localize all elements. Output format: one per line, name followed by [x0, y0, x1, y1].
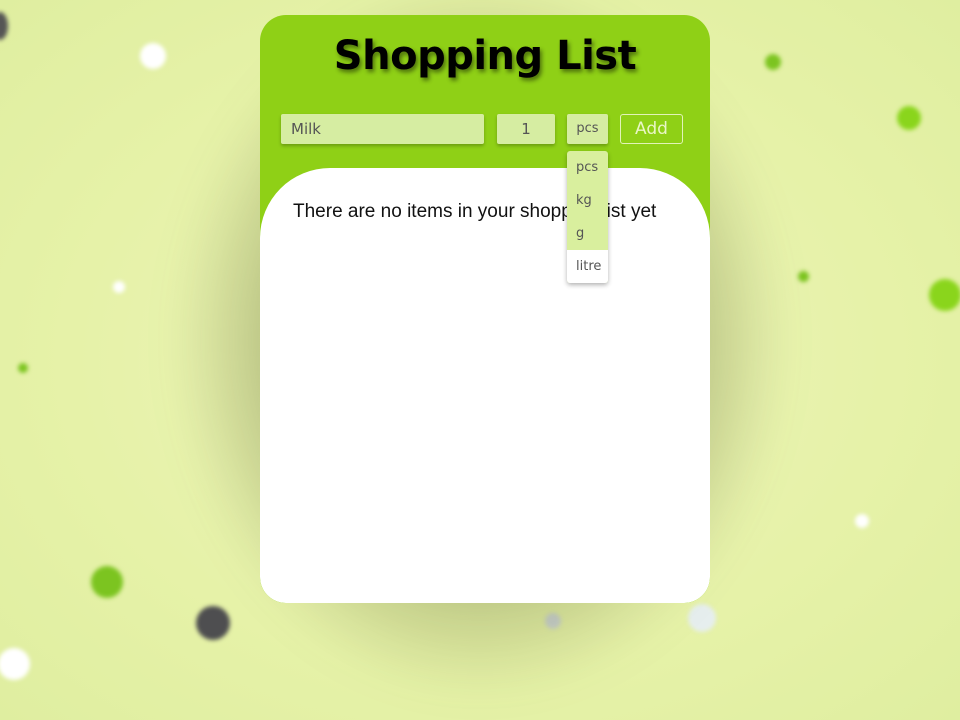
unit-option-pcs[interactable]: pcs — [567, 151, 608, 184]
add-button[interactable]: Add — [620, 114, 683, 144]
shopping-list-panel: There are no items in your shopping list… — [260, 168, 710, 603]
background-bokeh — [113, 281, 125, 293]
background-bokeh — [140, 43, 166, 69]
background-bokeh — [897, 106, 921, 130]
background-bokeh — [855, 514, 869, 528]
background-bokeh — [929, 279, 960, 311]
unit-option-g[interactable]: g — [567, 217, 608, 250]
background-bokeh — [91, 566, 123, 598]
background-bokeh — [765, 54, 781, 70]
app-title: Shopping List — [333, 33, 637, 79]
background-bokeh — [688, 604, 716, 632]
background-bokeh — [18, 363, 28, 373]
quantity-input[interactable]: 1 — [497, 114, 555, 144]
unit-dropdown-menu: pcs kg g litre — [567, 151, 608, 283]
unit-option-litre[interactable]: litre — [567, 250, 608, 283]
unit-option-kg[interactable]: kg — [567, 184, 608, 217]
shopping-list-card: Shopping List Milk 1 pcs Add There are n… — [260, 15, 710, 603]
background-bokeh — [798, 271, 809, 282]
background-bokeh — [0, 648, 30, 680]
item-name-input[interactable]: Milk — [281, 114, 484, 144]
unit-select[interactable]: pcs — [567, 114, 608, 144]
background-bokeh — [0, 12, 8, 40]
background-bokeh — [196, 606, 230, 640]
